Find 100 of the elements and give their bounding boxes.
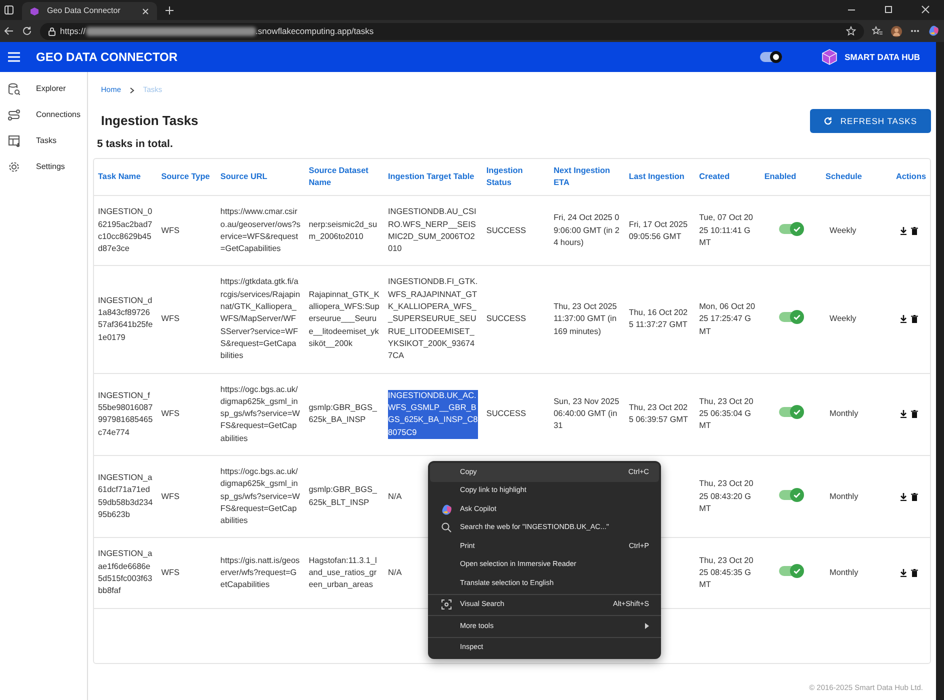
sidebar-toggle-icon[interactable]: [4, 5, 14, 15]
chevron-icon: [129, 86, 136, 94]
table-cell: SUCCESS: [482, 266, 550, 374]
enabled-toggle[interactable]: [778, 566, 803, 576]
column-header: Ingestion Status: [482, 158, 550, 196]
table-cell: WFS: [157, 266, 216, 374]
table-cell: INGESTION_062195ac2bad7c10cc8629b45d87e3ce: [94, 196, 158, 266]
table-cell: gsmlp:GBR_BGS_625k_BLT_INSP: [304, 456, 384, 538]
table-cell: https://gis.natt.is/geoserver/wfs?request=GetCapabilities: [216, 538, 305, 608]
sidebar-item[interactable]: Settings: [0, 154, 87, 180]
table-cell: INGESTION_aae1f6de6686e5d515fc003f63bb8faf: [94, 538, 158, 608]
table-cell: Thu, 23 Oct 2025 11:37:00 GMT (in 169 minutes): [550, 266, 625, 374]
table-cell: WFS: [157, 538, 216, 608]
table-cell: SUCCESS: [482, 373, 550, 456]
back-icon[interactable]: [4, 26, 14, 36]
table-cell: Thu, 23 Oct 2025 08:43:20 GMT: [695, 456, 760, 538]
enabled-toggle[interactable]: [778, 407, 803, 418]
table-cell: WFS: [157, 456, 216, 538]
table-cell: Thu, 23 Oct 2025 08:45:35 GMT: [695, 538, 760, 608]
delete-icon[interactable]: [911, 492, 918, 501]
table-cell: INGESTION_f55be98016087997981685465c74e774: [94, 373, 158, 456]
table-cell: nerp:seismic2d_sum_2006to2010: [304, 196, 384, 266]
refresh-button[interactable]: REFRESH TASKS: [810, 109, 931, 133]
table-cell: SUCCESS: [482, 196, 550, 266]
table-cell: Monthly: [822, 456, 886, 538]
table-cell: Fri, 24 Oct 2025 09:06:00 GMT (in 24 hours): [550, 196, 625, 266]
theme-toggle[interactable]: [760, 52, 782, 62]
table-icon: [8, 135, 20, 147]
cube-icon: [30, 6, 39, 16]
connections-icon: [8, 109, 20, 121]
enabled-toggle[interactable]: [778, 490, 803, 500]
table-cell: Hagstofan:11.3.1_land_use_ratios_green_urban_areas: [304, 538, 384, 608]
url-text: https:// .snowflakecomputing.app/tasks: [60, 24, 374, 38]
table-cell: gsmlp:GBR_BGS_625k_BA_INSP: [304, 373, 384, 456]
column-header: Next Ingestion ETA: [550, 158, 625, 196]
download-icon[interactable]: [900, 569, 907, 578]
column-header: Source Dataset Name: [304, 158, 384, 196]
column-header: Source URL: [216, 158, 305, 196]
table-cell: N/A: [388, 492, 402, 501]
column-header: Task Name: [94, 158, 158, 196]
page-title: Ingestion Tasks: [101, 112, 198, 130]
download-icon[interactable]: [900, 492, 907, 501]
column-header: Actions: [886, 158, 930, 196]
table-cell: https://ogc.bgs.ac.uk/digmap625k_gsml_insp_gs/wfs?service=WFS&request=GetCapabilities: [216, 373, 305, 456]
browser-tab[interactable]: Geo Data Connector: [22, 2, 157, 20]
enabled-toggle[interactable]: [778, 312, 803, 322]
cube-logo-icon: [822, 49, 837, 65]
table-cell: WFS: [157, 373, 216, 456]
copilot-icon: [440, 504, 452, 515]
delete-icon[interactable]: [911, 315, 918, 324]
profile-avatar-icon[interactable]: [891, 26, 902, 36]
column-header: Last Ingestion: [624, 158, 696, 196]
column-header: Schedule: [822, 158, 886, 196]
close-icon[interactable]: [142, 8, 149, 14]
table-cell: Monthly: [822, 538, 886, 608]
table-cell: Weekly: [822, 266, 886, 374]
reload-icon[interactable]: [22, 26, 32, 36]
table-cell: https://ogc.bgs.ac.uk/digmap625k_gsml_insp_gs/wfs?service=WFS&request=GetCapabilities: [216, 456, 305, 538]
table-cell: https://gtkdata.gtk.fi/arcgis/services/Rajapinnat/GTK_Kalliopera_WFS/MapServer/WFSServer?service=WFS&request=GetCapabilities: [216, 266, 305, 374]
star-icon[interactable]: [846, 26, 856, 36]
table-cell: INGESTIONDB.FI_GTK.WFS_RAJAPINNAT_GTK_KALLIOPERA_WFS__SUPERSEURUE_SEURUE_LITODEEMISET_YKSIKOT_200K_936747CA: [388, 277, 478, 360]
sidebar-item[interactable]: Connections: [0, 102, 87, 128]
download-icon[interactable]: [900, 410, 907, 418]
address-bar[interactable]: https:// .snowflakecomputing.app/tasks: [40, 22, 864, 40]
download-icon[interactable]: [900, 226, 907, 235]
assistant-icon[interactable]: [928, 25, 940, 37]
new-tab-icon[interactable]: [165, 6, 174, 15]
table-cell: Sun, 23 Nov 2025 06:40:00 GMT (in 31: [550, 373, 625, 456]
column-header: Enabled: [760, 158, 822, 196]
table-cell: Rajapinnat_GTK_Kalliopera_WFS:Superseurue___Seurue__litodeemiset_yksiköt__200k: [304, 266, 384, 374]
app-title: GEO DATA CONNECTOR: [36, 49, 178, 66]
table-cell: INGESTIONDB.UK_AC.WFS_GSMLP__GBR_BGS_625K_BA_INSP_C88075C9: [388, 390, 478, 439]
download-icon[interactable]: [900, 315, 907, 324]
table-cell: Tue, 07 Oct 2025 10:11:41 GMT: [695, 196, 760, 266]
table-cell: Thu, 23 Oct 2025 06:35:04 GMT: [695, 373, 760, 456]
gear-icon: [8, 161, 20, 173]
refresh-icon: [824, 117, 832, 125]
brand-name: SMART DATA HUB: [844, 50, 920, 64]
visual-search-icon: [440, 599, 452, 610]
submenu-arrow-icon: [645, 623, 649, 630]
lock-icon: [48, 26, 56, 36]
menu-icon[interactable]: [8, 52, 20, 62]
table-cell: WFS: [157, 196, 216, 266]
task-count: 5 tasks in total.: [96, 137, 174, 152]
delete-icon[interactable]: [911, 569, 918, 578]
sidebar-item[interactable]: Explorer: [0, 76, 87, 102]
column-header: Created: [695, 158, 760, 196]
database-search-icon: [8, 83, 20, 95]
maximize-icon[interactable]: [884, 5, 893, 14]
delete-icon[interactable]: [911, 226, 918, 235]
favorites-icon[interactable]: [872, 26, 883, 36]
column-header: Source Type: [157, 158, 216, 196]
delete-icon[interactable]: [911, 410, 918, 418]
enabled-toggle[interactable]: [778, 224, 803, 234]
table-cell: Weekly: [822, 196, 886, 266]
table-cell: https://www.cmar.csiro.au/geoserver/ows?service=WFS&request=GetCapabilities: [216, 196, 305, 266]
close-icon[interactable]: [921, 5, 930, 14]
search-icon: [440, 522, 452, 534]
table-cell: INGESTION_a61dcf71a71ed59db58b3d23495b623b: [94, 456, 158, 538]
sidebar-item[interactable]: Tasks: [0, 128, 87, 154]
